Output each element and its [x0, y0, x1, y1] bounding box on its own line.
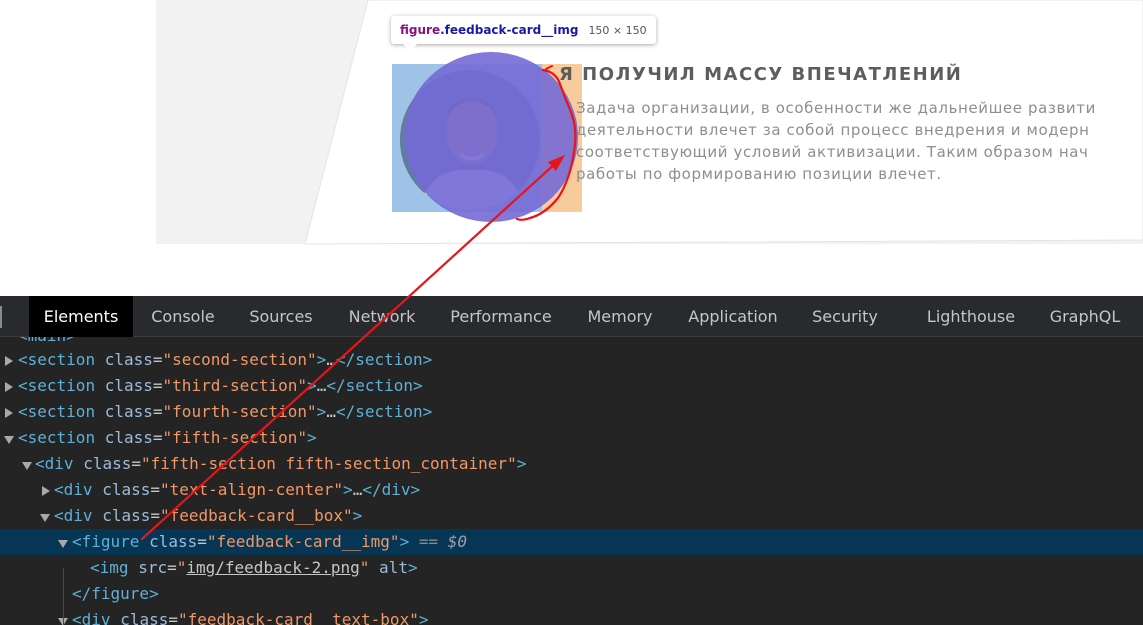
devtools-panel: Elements Console Sources Network Perform… — [0, 296, 1143, 625]
tab-security[interactable]: Security — [804, 296, 886, 337]
tabbar-edge — [0, 306, 2, 328]
tab-sources[interactable]: Sources — [240, 296, 322, 337]
tab-memory[interactable]: Memory — [578, 296, 662, 337]
feedback-card-text-line: Задача организации, в особенности же дал… — [576, 99, 1096, 117]
dom-row[interactable]: </figure> — [0, 581, 1143, 607]
dom-row[interactable]: <section class="fourth-section">…</secti… — [0, 399, 1143, 425]
feedback-card-title: Я ПОЛУЧИЛ МАССУ ВПЕЧАТЛЕНИЙ — [559, 64, 963, 85]
figure-hover-overlay — [404, 52, 578, 222]
dom-row[interactable]: <section class="third-section">…</sectio… — [0, 373, 1143, 399]
expand-triangle-icon[interactable] — [42, 486, 50, 496]
feedback-card-text-line: деятельности влечет за собой процесс вне… — [576, 121, 1090, 139]
page-preview: Я ПОЛУЧИЛ МАССУ ВПЕЧАТЛЕНИЙ Задача орган… — [0, 0, 1143, 296]
element-inspect-tooltip: figure.feedback-card__img 150 × 150 — [391, 16, 656, 44]
collapse-triangle-icon[interactable] — [4, 436, 14, 444]
expand-triangle-icon[interactable] — [5, 382, 13, 392]
tooltip-arrow — [402, 43, 418, 51]
tab-console[interactable]: Console — [140, 296, 226, 337]
tab-application[interactable]: Application — [680, 296, 786, 337]
tab-lighthouse[interactable]: Lighthouse — [918, 296, 1024, 337]
dom-row[interactable]: <img src="img/feedback-2.png" alt> — [0, 555, 1143, 581]
dom-row[interactable]: <div class="fifth-section fifth-section_… — [0, 451, 1143, 477]
tooltip-selector: figure.feedback-card__img — [400, 23, 579, 37]
dom-row[interactable]: <div class="feedback-card__text-box"> — [0, 607, 1143, 625]
collapse-triangle-icon[interactable] — [40, 514, 50, 522]
dom-row-selected[interactable]: <figure class="feedback-card__img"> == $… — [0, 529, 1143, 555]
feedback-card-text-line: соответствующий условий активизации. Так… — [576, 143, 1089, 161]
tab-performance[interactable]: Performance — [443, 296, 559, 337]
dom-row[interactable]: <section class="second-section">…</secti… — [0, 347, 1143, 373]
collapse-triangle-icon[interactable] — [22, 462, 32, 470]
dom-tree: <main> <section class="second-section">…… — [0, 337, 1143, 625]
tree-indent-guide — [63, 568, 64, 625]
dom-row[interactable]: <section class="fifth-section"> — [0, 425, 1143, 451]
expand-triangle-icon[interactable] — [5, 356, 13, 366]
tab-elements[interactable]: Elements — [29, 296, 133, 337]
devtools-tabbar: Elements Console Sources Network Perform… — [0, 296, 1143, 337]
dom-row[interactable]: <div class="text-align-center">…</div> — [0, 477, 1143, 503]
feedback-card-text: Задача организации, в особенности же дал… — [576, 97, 1143, 185]
expand-triangle-icon[interactable] — [5, 408, 13, 418]
feedback-card-text-line: работы по формированию позиции влечет. — [576, 165, 942, 183]
tab-graphql[interactable]: GraphQL — [1042, 296, 1128, 337]
tab-network[interactable]: Network — [337, 296, 427, 337]
img-src-link[interactable]: img/feedback-2.png — [186, 558, 359, 577]
dom-row[interactable]: <div class="feedback-card__box"> — [0, 503, 1143, 529]
tooltip-size: 150 × 150 — [588, 23, 647, 37]
collapse-triangle-icon[interactable] — [58, 540, 68, 548]
